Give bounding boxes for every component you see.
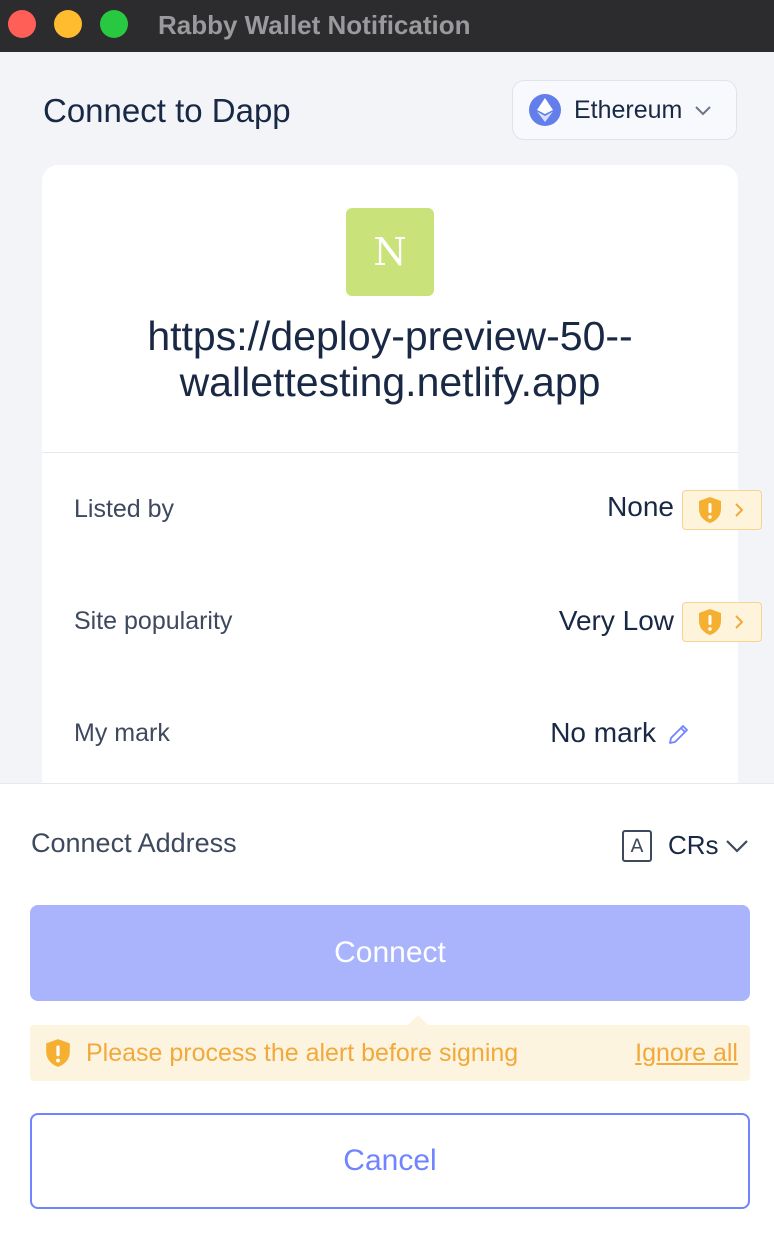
- chevron-down-icon[interactable]: [724, 836, 750, 856]
- chevron-right-icon: [735, 615, 744, 629]
- alert-banner: Please process the alert before signing …: [30, 1015, 750, 1081]
- dapp-info-card: N https://deploy-preview-50-- wallettest…: [42, 165, 762, 865]
- my-mark-label: My mark: [74, 719, 170, 747]
- chain-selector[interactable]: Ethereum: [512, 80, 737, 140]
- window-title: Rabby Wallet Notification: [158, 10, 471, 40]
- connect-address-label: Connect Address: [31, 828, 237, 858]
- window-titlebar: Rabby Wallet Notification: [0, 0, 774, 52]
- dapp-url-line2: wallettesting.netlify.app: [179, 359, 601, 405]
- site-popularity-label: Site popularity: [74, 607, 233, 635]
- connect-footer: Connect Address A CRs Connect Please pro…: [0, 783, 774, 1238]
- minimize-window-button[interactable]: [54, 10, 82, 38]
- listed-by-alert-button[interactable]: [682, 490, 762, 530]
- my-mark-value: No mark: [550, 717, 656, 748]
- cancel-button[interactable]: Cancel: [30, 1113, 750, 1209]
- warning-shield-icon: [699, 497, 721, 523]
- close-window-button[interactable]: [8, 10, 36, 38]
- alert-message: Please process the alert before signing: [86, 1038, 519, 1067]
- ethereum-icon: [529, 94, 561, 126]
- warning-shield-icon: [46, 1039, 70, 1067]
- alert-pointer: [408, 1015, 428, 1025]
- page-title: Connect to Dapp: [43, 92, 291, 129]
- chain-name: Ethereum: [574, 95, 683, 124]
- maximize-window-button[interactable]: [100, 10, 128, 38]
- address-name[interactable]: CRs: [668, 830, 719, 861]
- ignore-all-link[interactable]: Ignore all: [635, 1039, 738, 1068]
- card-divider: [42, 452, 738, 453]
- connect-button[interactable]: Connect: [30, 905, 750, 1001]
- site-popularity-alert-button[interactable]: [682, 602, 762, 642]
- site-popularity-value: Very Low: [558, 605, 674, 636]
- chevron-down-icon: [695, 106, 712, 116]
- warning-shield-icon: [699, 609, 721, 635]
- listed-by-value: None: [607, 491, 674, 522]
- dapp-url: https://deploy-preview-50-- wallettestin…: [42, 313, 738, 405]
- chevron-right-icon: [735, 503, 744, 517]
- listed-by-label: Listed by: [74, 495, 175, 523]
- dapp-logo: N: [346, 208, 434, 296]
- edit-pencil-icon[interactable]: [666, 721, 692, 747]
- dapp-url-line1: https://deploy-preview-50--: [147, 313, 633, 359]
- address-type-icon: A: [622, 830, 652, 862]
